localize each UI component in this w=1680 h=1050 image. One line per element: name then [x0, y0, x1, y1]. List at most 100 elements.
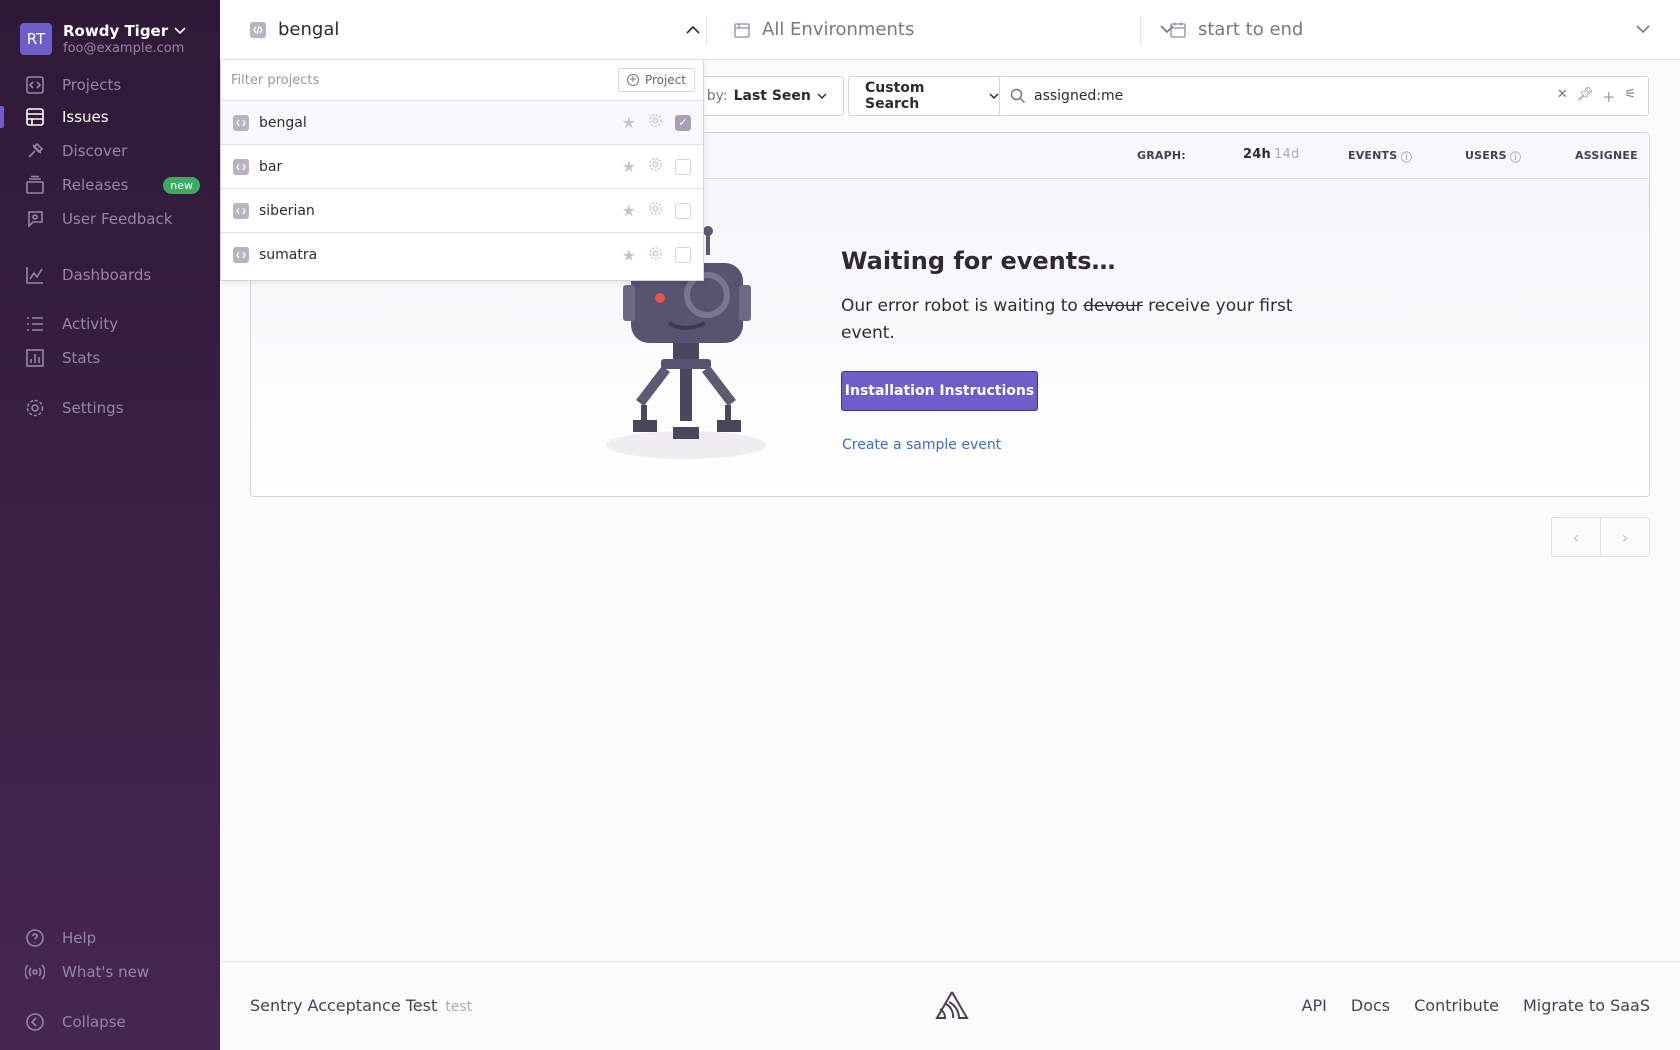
org-email: foo@example.com	[63, 41, 185, 56]
sidebar-item-projects[interactable]: Projects	[0, 68, 220, 102]
graph-14d-toggle[interactable]: 14d	[1274, 147, 1299, 162]
sidebar-item-whats-new[interactable]: What's new	[0, 955, 220, 989]
sentry-logo-icon	[935, 991, 969, 1019]
gear-icon[interactable]	[648, 201, 663, 220]
sidebar-item-label: Projects	[62, 76, 122, 94]
stats-icon	[24, 347, 46, 369]
sidebar-item-label: Help	[62, 929, 97, 947]
org-switcher[interactable]: RT Rowdy Tiger foo@example.com	[20, 22, 186, 56]
star-icon[interactable]: ★	[622, 201, 636, 220]
add-project-button[interactable]: + Project	[617, 68, 695, 92]
sidebar-item-collapse[interactable]: Collapse	[0, 1005, 220, 1039]
project-name: siberian	[259, 202, 315, 219]
star-icon[interactable]: ★	[622, 246, 636, 265]
chevron-down-icon	[989, 93, 999, 99]
empty-state-text: Our error robot is waiting to	[841, 296, 1084, 316]
project-checkbox[interactable]: ✓	[675, 114, 691, 131]
clear-search-icon[interactable]: ✕	[1557, 87, 1568, 106]
project-selector[interactable]: bengal	[250, 0, 700, 59]
project-name: bar	[259, 158, 283, 175]
sidebar-item-label: Releases	[62, 176, 129, 194]
projects-icon	[24, 74, 46, 96]
sidebar-item-label: Issues	[62, 108, 109, 126]
star-icon[interactable]: ★	[622, 157, 636, 176]
project-option-bengal[interactable]: bengal ★ ✓	[221, 101, 703, 145]
selected-date-range: start to end	[1198, 19, 1304, 40]
issues-icon	[24, 106, 46, 128]
new-badge: new	[163, 176, 200, 194]
footer-link-api[interactable]: API	[1302, 996, 1327, 1015]
add-search-icon[interactable]: ＋	[1602, 87, 1615, 106]
releases-icon	[24, 174, 46, 196]
empty-state-message: Our error robot is waiting to devour rec…	[841, 293, 1301, 347]
calendar-icon	[1170, 22, 1186, 38]
pin-search-icon[interactable]: 📌︎	[1577, 87, 1594, 106]
selected-project: bengal	[278, 19, 340, 40]
selected-environment: All Environments	[762, 19, 915, 40]
collapse-icon	[24, 1011, 46, 1033]
chevron-up-icon	[686, 25, 700, 34]
create-sample-event-link[interactable]: Create a sample event	[842, 437, 1001, 453]
help-icon	[24, 927, 46, 949]
settings-icon	[24, 397, 46, 419]
saved-search-label: Custom Search	[865, 80, 925, 112]
project-checkbox[interactable]	[675, 247, 691, 263]
discover-icon	[24, 140, 46, 162]
sidebar-item-releases[interactable]: Releases new	[0, 168, 220, 202]
saved-search-dropdown[interactable]: Custom Search	[848, 76, 1000, 116]
gear-icon[interactable]	[648, 246, 663, 265]
project-checkbox[interactable]	[675, 202, 691, 219]
sidebar-item-discover[interactable]: Discover	[0, 134, 220, 168]
sidebar-item-dashboards[interactable]: Dashboards	[0, 258, 220, 292]
sidebar-item-user-feedback[interactable]: User Feedback	[0, 202, 220, 236]
assignee-column-header: ASSIGNEE	[1575, 149, 1638, 162]
sidebar-item-settings[interactable]: Settings	[0, 391, 220, 425]
filter-projects-input[interactable]	[231, 72, 591, 88]
sidebar-item-label: Stats	[62, 349, 101, 367]
sidebar-item-label: What's new	[62, 963, 150, 981]
add-icon: +	[626, 74, 639, 86]
project-option-sumatra[interactable]: sumatra ★	[221, 233, 703, 277]
sidebar-item-activity[interactable]: Activity	[0, 307, 220, 341]
divider	[1140, 16, 1141, 44]
footer-link-contribute[interactable]: Contribute	[1414, 996, 1499, 1015]
footer-version-tag: test	[445, 999, 473, 1015]
events-column-header: EVENTS	[1348, 149, 1398, 162]
divider	[706, 16, 707, 44]
chevron-left-icon: ‹	[1572, 527, 1580, 547]
installation-instructions-button[interactable]: Installation Instructions	[841, 371, 1038, 411]
help-icon: ⓘ	[1510, 151, 1522, 164]
environment-selector[interactable]: All Environments	[734, 0, 1174, 59]
sidebar-item-label: Dashboards	[62, 266, 152, 284]
project-icon	[233, 202, 249, 219]
chevron-down-icon	[817, 93, 827, 99]
project-option-siberian[interactable]: siberian ★	[221, 189, 703, 233]
footer-link-docs[interactable]: Docs	[1351, 996, 1390, 1015]
project-name: sumatra	[259, 247, 318, 263]
sidebar-item-issues[interactable]: Issues	[0, 100, 220, 134]
project-checkbox[interactable]	[675, 158, 691, 175]
empty-state-title: Waiting for events…	[841, 247, 1116, 275]
project-name: bengal	[259, 114, 307, 131]
search-input[interactable]	[1034, 88, 1534, 104]
footer-link-migrate[interactable]: Migrate to SaaS	[1523, 996, 1650, 1015]
previous-page-button[interactable]: ‹	[1552, 518, 1600, 556]
project-icon	[233, 114, 249, 131]
gear-icon[interactable]	[648, 157, 663, 176]
sidebar-item-help[interactable]: Help	[0, 921, 220, 955]
project-selector-menu: + Project bengal ★ ✓ bar ★ siberian ★ su	[220, 60, 704, 281]
next-page-button[interactable]: ›	[1600, 518, 1649, 556]
project-option-bar[interactable]: bar ★	[221, 145, 703, 189]
star-icon[interactable]: ★	[622, 113, 636, 132]
user-feedback-icon	[24, 208, 46, 230]
gear-icon[interactable]	[648, 113, 663, 132]
sort-value: Last Seen	[733, 88, 811, 104]
search-options-icon[interactable]: ⚟	[1624, 87, 1636, 106]
environment-icon	[734, 22, 750, 38]
chevron-down-icon	[1636, 25, 1650, 34]
project-icon	[233, 247, 249, 263]
help-icon: ⓘ	[1401, 151, 1413, 164]
date-range-selector[interactable]: start to end	[1170, 0, 1650, 59]
graph-24h-toggle[interactable]: 24h	[1243, 147, 1271, 162]
sidebar-item-stats[interactable]: Stats	[0, 341, 220, 375]
